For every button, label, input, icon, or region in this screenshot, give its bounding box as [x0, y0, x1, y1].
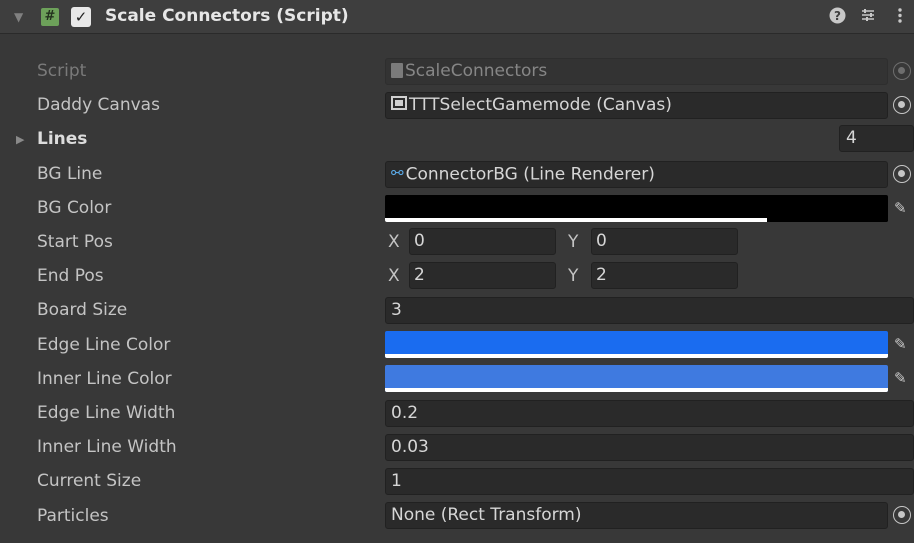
edge-line-color-alpha-bar [385, 354, 888, 358]
current-size-label: Current Size [37, 471, 142, 491]
script-label: Script [37, 61, 87, 81]
canvas-icon [391, 96, 407, 110]
bg-color-alpha-rest [767, 218, 888, 222]
script-asset-icon [391, 62, 403, 78]
end-pos-x-label[interactable]: X [388, 266, 400, 286]
particles-picker-icon[interactable] [893, 506, 911, 524]
daddy-canvas-value: TTTSelectGamemode (Canvas) [409, 95, 672, 115]
inner-line-color-label: Inner Line Color [37, 369, 172, 389]
edge-line-color-eyedropper-icon[interactable]: ✎ [894, 335, 907, 353]
inner-line-width-label: Inner Line Width [37, 437, 177, 457]
end-pos-x-field[interactable]: 2 [409, 262, 556, 289]
script-value: ScaleConnectors [405, 61, 548, 81]
lines-foldout-icon[interactable]: ▶ [16, 133, 24, 146]
inner-line-color-swatch[interactable] [385, 365, 888, 392]
board-size-label: Board Size [37, 300, 128, 320]
edge-line-width-field[interactable]: 0.2 [385, 400, 914, 427]
end-pos-label: End Pos [37, 266, 104, 286]
start-pos-y-label[interactable]: Y [568, 232, 578, 252]
particles-label: Particles [37, 506, 109, 526]
kebab-menu-icon[interactable] [897, 7, 903, 28]
inner-line-width-field[interactable]: 0.03 [385, 434, 914, 461]
daddy-canvas-label: Daddy Canvas [37, 95, 160, 115]
daddy-canvas-field[interactable]: TTTSelectGamemode (Canvas) [385, 92, 888, 119]
start-pos-y-field[interactable]: 0 [591, 228, 738, 255]
script-object-picker-icon [893, 62, 911, 80]
bg-line-field[interactable]: ⚯ ConnectorBG (Line Renderer) [385, 161, 888, 188]
current-size-field[interactable]: 1 [385, 468, 914, 495]
start-pos-x-field[interactable]: 0 [409, 228, 556, 255]
end-pos-y-label[interactable]: Y [568, 266, 578, 286]
bg-color-eyedropper-icon[interactable]: ✎ [894, 199, 907, 217]
bg-color-alpha-bar [385, 218, 768, 222]
daddy-canvas-picker-icon[interactable] [893, 96, 911, 114]
foldout-arrow-icon[interactable]: ▼ [14, 10, 23, 24]
bg-line-value: ConnectorBG (Line Renderer) [405, 164, 655, 185]
start-pos-x-label[interactable]: X [388, 232, 400, 252]
inner-line-color-alpha-bar [385, 388, 888, 392]
script-field: ScaleConnectors [385, 58, 888, 85]
presets-icon[interactable] [860, 7, 876, 28]
enabled-checkbox[interactable]: ✓ [71, 7, 91, 27]
lines-label[interactable]: Lines [37, 129, 87, 149]
component-header[interactable]: ▼ # ✓ Scale Connectors (Script) ? [0, 0, 914, 34]
edge-line-width-label: Edge Line Width [37, 403, 176, 423]
particles-field[interactable]: None (Rect Transform) [385, 502, 888, 529]
edge-line-color-swatch[interactable] [385, 331, 888, 358]
board-size-field[interactable]: 3 [385, 297, 914, 324]
bg-color-label: BG Color [37, 198, 112, 218]
line-renderer-icon: ⚯ [391, 164, 404, 182]
edge-line-color-label: Edge Line Color [37, 335, 171, 355]
end-pos-y-field[interactable]: 2 [591, 262, 738, 289]
bg-line-label: BG Line [37, 164, 103, 184]
inner-line-color-eyedropper-icon[interactable]: ✎ [894, 369, 907, 387]
component-title: Scale Connectors (Script) [105, 6, 349, 26]
help-icon[interactable]: ? [829, 7, 846, 28]
script-icon: # [41, 8, 59, 26]
svg-text:?: ? [834, 9, 841, 23]
start-pos-label: Start Pos [37, 232, 113, 252]
bg-line-picker-icon[interactable] [893, 165, 911, 183]
lines-count-field[interactable]: 4 [839, 125, 914, 152]
bg-color-swatch[interactable] [385, 195, 888, 222]
